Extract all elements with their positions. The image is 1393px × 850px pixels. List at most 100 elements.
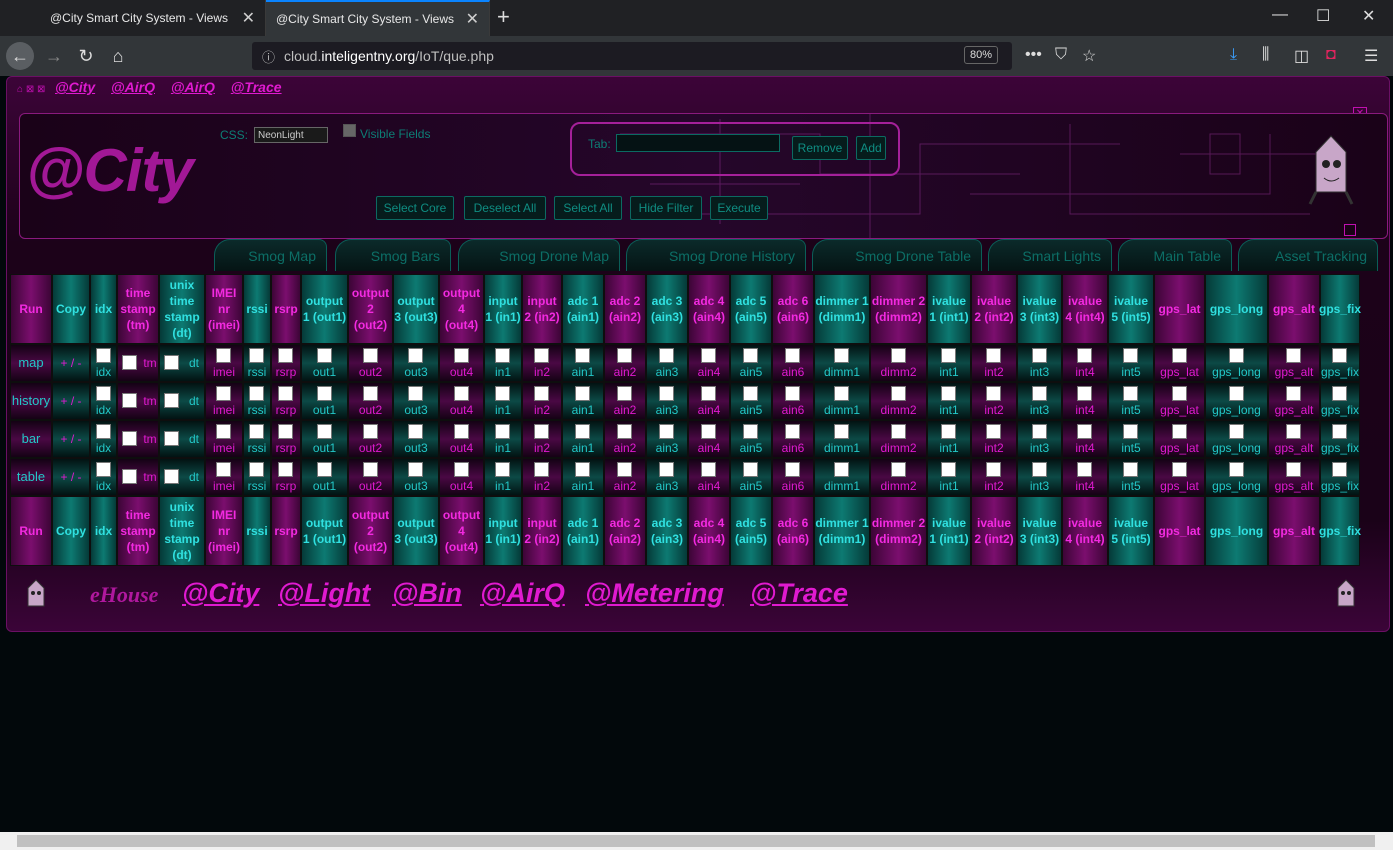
tab-main-table[interactable]: Main Table <box>1118 239 1232 271</box>
row-run-cell[interactable]: table <box>10 458 52 496</box>
field-checkbox[interactable] <box>1228 462 1244 477</box>
row-copy-cell[interactable]: + / - <box>52 344 90 382</box>
field-checkbox[interactable] <box>453 462 469 477</box>
field-checkbox[interactable] <box>1286 424 1301 439</box>
field-checkbox[interactable] <box>249 348 264 363</box>
field-checkbox[interactable] <box>701 462 716 477</box>
field-checkbox[interactable] <box>316 462 332 477</box>
field-checkbox[interactable] <box>164 393 179 408</box>
field-checkbox[interactable] <box>743 386 758 401</box>
field-checkbox[interactable] <box>122 431 137 446</box>
field-checkbox[interactable] <box>834 462 849 477</box>
field-checkbox[interactable] <box>986 424 1001 439</box>
field-checkbox[interactable] <box>659 386 674 401</box>
field-checkbox[interactable] <box>743 424 758 439</box>
field-checkbox[interactable] <box>659 348 674 363</box>
field-checkbox[interactable] <box>1171 386 1187 401</box>
field-checkbox[interactable] <box>1123 348 1138 363</box>
field-checkbox[interactable] <box>122 393 137 408</box>
row-copy-cell[interactable]: + / - <box>52 458 90 496</box>
tab-smog-drone-map[interactable]: Smog Drone Map <box>458 239 620 271</box>
field-checkbox[interactable] <box>1332 462 1347 477</box>
menu-icon[interactable]: ☰ <box>1364 46 1378 66</box>
field-checkbox[interactable] <box>575 386 590 401</box>
field-checkbox[interactable] <box>1123 424 1138 439</box>
field-checkbox[interactable] <box>1077 424 1092 439</box>
field-checkbox[interactable] <box>1228 386 1244 401</box>
field-checkbox[interactable] <box>408 386 423 401</box>
field-checkbox[interactable] <box>164 355 179 370</box>
execute-button[interactable]: Execute <box>710 196 768 220</box>
field-checkbox[interactable] <box>575 462 590 477</box>
field-checkbox[interactable] <box>575 424 590 439</box>
field-checkbox[interactable] <box>1123 386 1138 401</box>
field-checkbox[interactable] <box>278 462 293 477</box>
more-actions-icon[interactable]: ••• <box>1025 46 1042 64</box>
copy-toggle[interactable]: + / - <box>60 355 81 371</box>
field-checkbox[interactable] <box>785 386 800 401</box>
field-checkbox[interactable] <box>362 424 378 439</box>
footer-link-light[interactable]: @Light <box>278 578 370 609</box>
field-checkbox[interactable] <box>986 386 1001 401</box>
footer-link-metering[interactable]: @Metering <box>585 578 724 609</box>
field-checkbox[interactable] <box>1286 386 1301 401</box>
copy-toggle[interactable]: + / - <box>60 431 81 447</box>
field-checkbox[interactable] <box>362 348 378 363</box>
field-checkbox[interactable] <box>1031 462 1047 477</box>
field-checkbox[interactable] <box>986 462 1001 477</box>
select-core-button[interactable]: Select Core <box>376 196 454 220</box>
footer-link-bin[interactable]: @Bin <box>392 578 462 609</box>
footer-link-airq[interactable]: @AirQ <box>480 578 565 609</box>
zoom-level[interactable]: 80% <box>963 46 998 64</box>
field-checkbox[interactable] <box>785 462 800 477</box>
row-run-label[interactable]: table <box>17 469 45 485</box>
bookmark-star-icon[interactable]: ☆ <box>1082 46 1096 66</box>
field-checkbox[interactable] <box>278 424 293 439</box>
header-toggle-checkbox[interactable] <box>1344 224 1356 236</box>
field-checkbox[interactable] <box>495 462 510 477</box>
row-run-cell[interactable]: map <box>10 344 52 382</box>
row-run-label[interactable]: map <box>18 355 43 371</box>
field-checkbox[interactable] <box>216 348 231 363</box>
field-checkbox[interactable] <box>701 348 716 363</box>
info-icon[interactable]: ⓘ <box>262 47 275 66</box>
field-checkbox[interactable] <box>617 348 632 363</box>
field-checkbox[interactable] <box>249 386 264 401</box>
field-checkbox[interactable] <box>1228 424 1244 439</box>
maximize-icon[interactable]: ☐ <box>1316 6 1330 26</box>
field-checkbox[interactable] <box>890 462 906 477</box>
field-checkbox[interactable] <box>122 469 137 484</box>
field-checkbox[interactable] <box>122 355 137 370</box>
field-checkbox[interactable] <box>743 348 758 363</box>
field-checkbox[interactable] <box>164 469 179 484</box>
field-checkbox[interactable] <box>216 424 231 439</box>
top-link[interactable]: @AirQ <box>111 79 155 95</box>
footer-link-trace[interactable]: @Trace <box>750 578 848 609</box>
download-icon[interactable]: ⤓ <box>1230 46 1237 64</box>
field-checkbox[interactable] <box>362 462 378 477</box>
field-checkbox[interactable] <box>575 348 590 363</box>
field-checkbox[interactable] <box>986 348 1001 363</box>
field-checkbox[interactable] <box>534 348 549 363</box>
field-checkbox[interactable] <box>785 348 800 363</box>
field-checkbox[interactable] <box>941 386 956 401</box>
field-checkbox[interactable] <box>534 386 549 401</box>
home-icon[interactable]: ⌂ <box>104 42 132 70</box>
field-checkbox[interactable] <box>164 431 179 446</box>
sidebar-icon[interactable]: ◫ <box>1294 46 1309 66</box>
field-checkbox[interactable] <box>1171 348 1187 363</box>
small-nav-icons[interactable]: ⌂ ⊠ ⊠ <box>17 84 45 95</box>
footer-link-city[interactable]: @City <box>182 578 259 609</box>
field-checkbox[interactable] <box>659 424 674 439</box>
copy-toggle[interactable]: + / - <box>60 393 81 409</box>
field-checkbox[interactable] <box>362 386 378 401</box>
field-checkbox[interactable] <box>453 386 469 401</box>
field-checkbox[interactable] <box>495 386 510 401</box>
close-window-icon[interactable]: ✕ <box>1362 6 1375 26</box>
field-checkbox[interactable] <box>743 462 758 477</box>
pocket-icon[interactable]: ⛉ <box>1055 46 1067 64</box>
tab-smog-bars[interactable]: Smog Bars <box>335 239 451 271</box>
field-checkbox[interactable] <box>1077 462 1092 477</box>
field-checkbox[interactable] <box>453 424 469 439</box>
field-checkbox[interactable] <box>408 348 423 363</box>
